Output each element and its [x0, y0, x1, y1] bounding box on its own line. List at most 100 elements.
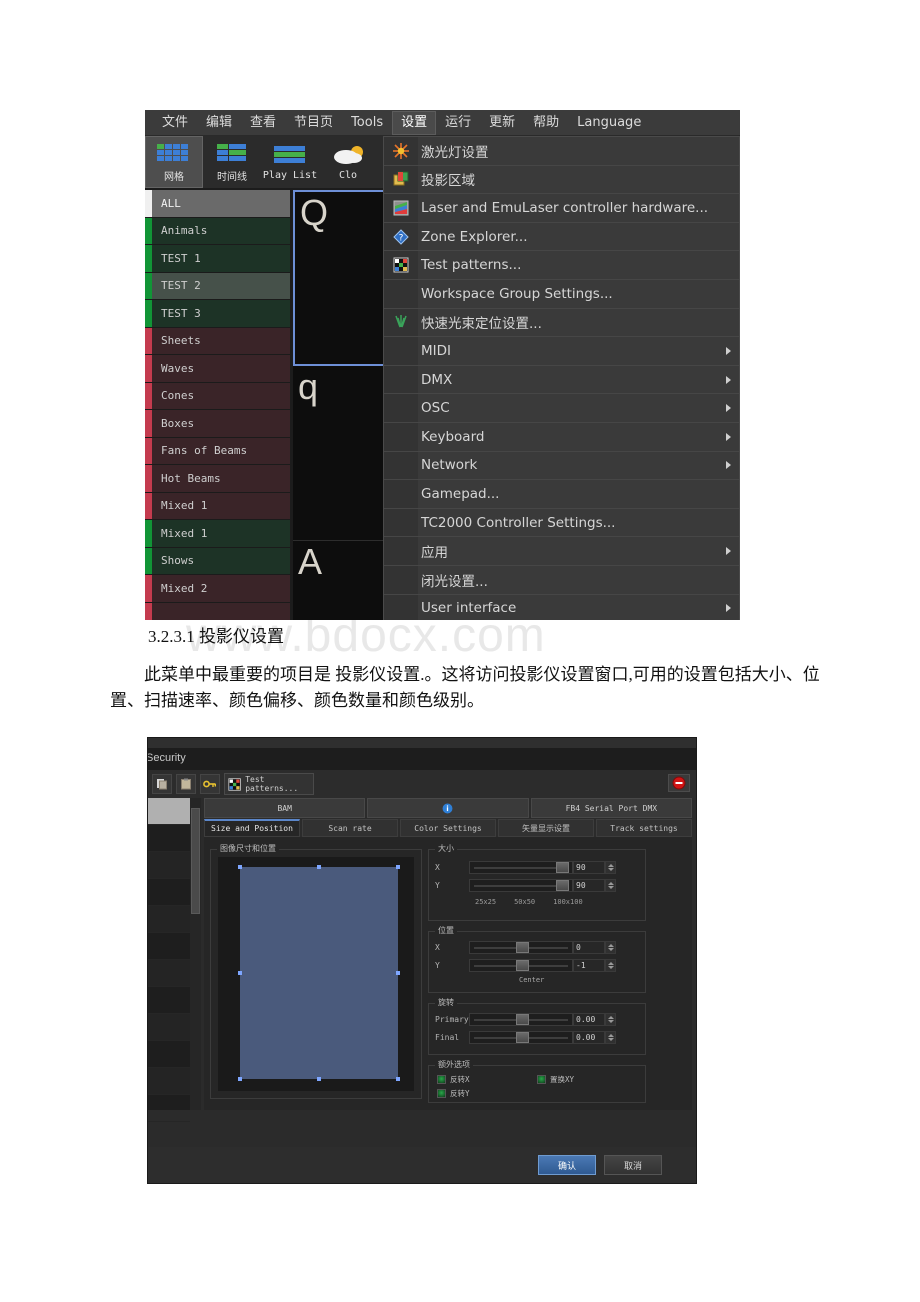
list-item[interactable]: TEST 3	[145, 300, 290, 328]
checkbox-invert-x[interactable]: 反转X	[437, 1074, 470, 1085]
menu-option-quick-beam-position[interactable]: 快速光束定位设置...	[384, 309, 739, 338]
menu-option-blackout-settings[interactable]: 闭光设置...	[384, 566, 739, 595]
size-x-stepper[interactable]	[605, 860, 616, 874]
list-item[interactable]	[148, 1095, 190, 1122]
size-x-value[interactable]: 90	[573, 860, 605, 874]
cue-cell[interactable]: Q	[293, 190, 388, 366]
tab-color-settings[interactable]: Color Settings	[400, 819, 496, 837]
rotation-final-slider[interactable]	[469, 1030, 573, 1044]
position-center-button[interactable]: Center	[519, 976, 544, 984]
menu-option-zone-explorer[interactable]: ? Zone Explorer...	[384, 223, 739, 252]
size-preset-50[interactable]: 50x50	[514, 898, 535, 906]
checkbox-icon[interactable]	[437, 1075, 446, 1084]
menu-item-tools[interactable]: Tools	[342, 111, 392, 135]
resize-handle-tl[interactable]	[238, 865, 242, 869]
menu-option-workspace-group-settings[interactable]: Workspace Group Settings...	[384, 280, 739, 309]
list-item[interactable]	[148, 960, 190, 987]
checkbox-invert-y[interactable]: 反转Y	[437, 1088, 470, 1099]
rotation-primary-stepper[interactable]	[605, 1012, 616, 1026]
menu-item-view[interactable]: 查看	[241, 111, 285, 135]
rotation-primary-slider[interactable]	[469, 1012, 573, 1026]
checkbox-icon[interactable]	[537, 1075, 546, 1084]
resize-handle-br[interactable]	[396, 1077, 400, 1081]
dialog-top-tabs[interactable]: BAM FB4 Serial Port DMX	[204, 798, 692, 818]
resize-handle-ml[interactable]	[238, 971, 242, 975]
menu-item-program-page[interactable]: 节目页	[285, 111, 342, 135]
size-preset-25[interactable]: 25x25	[475, 898, 496, 906]
list-item[interactable]: Mixed 2	[145, 575, 290, 603]
list-item[interactable]	[148, 906, 190, 933]
menu-item-edit[interactable]: 编辑	[197, 111, 241, 135]
menu-item-update[interactable]: 更新	[480, 111, 524, 135]
menu-option-test-patterns[interactable]: Test patterns...	[384, 251, 739, 280]
rotation-final-stepper[interactable]	[605, 1030, 616, 1044]
list-item[interactable]	[148, 1014, 190, 1041]
paste-icon[interactable]	[176, 774, 196, 794]
dialog-list-scrollbar[interactable]	[190, 798, 201, 1110]
list-item[interactable]	[148, 1041, 190, 1068]
menu-option-network[interactable]: Network	[384, 452, 739, 481]
list-item[interactable]	[148, 825, 190, 852]
confirm-button[interactable]: 确认	[538, 1155, 596, 1175]
rotation-primary-value[interactable]: 0.00	[573, 1012, 605, 1026]
list-item[interactable]: Fans of Beams	[145, 437, 290, 465]
size-y-stepper[interactable]	[605, 878, 616, 892]
slider-knob[interactable]	[516, 1031, 529, 1043]
stop-button[interactable]	[668, 774, 690, 792]
list-item[interactable]	[148, 879, 190, 906]
resize-handle-mr[interactable]	[396, 971, 400, 975]
menu-option-application[interactable]: 应用	[384, 537, 739, 566]
list-item[interactable]: Mixed 1	[145, 520, 290, 548]
rotation-final-value[interactable]: 0.00	[573, 1030, 605, 1044]
test-patterns-button[interactable]: Test patterns...	[224, 773, 314, 795]
resize-handle-tc[interactable]	[317, 865, 321, 869]
checkbox-icon[interactable]	[437, 1089, 446, 1098]
menu-option-tc2000-controller-settings[interactable]: TC2000 Controller Settings...	[384, 509, 739, 538]
menu-option-keyboard[interactable]: Keyboard	[384, 423, 739, 452]
size-y-value[interactable]: 90	[573, 878, 605, 892]
toolbar-button-playlist[interactable]: Play List	[261, 136, 319, 188]
toolbar-button-grid[interactable]: 网格	[145, 136, 203, 188]
position-x-slider[interactable]	[469, 940, 573, 954]
list-item[interactable]: ALL	[145, 190, 290, 218]
copy-icon[interactable]	[152, 774, 172, 794]
list-item[interactable]: Cones	[145, 382, 290, 410]
list-item[interactable]: Hot Beams	[145, 465, 290, 493]
cancel-button[interactable]: 取消	[604, 1155, 662, 1175]
resize-handle-bc[interactable]	[317, 1077, 321, 1081]
cue-grid[interactable]: Q q A	[293, 190, 388, 620]
cue-cell[interactable]: q	[293, 366, 388, 541]
tab-ram[interactable]: BAM	[204, 798, 366, 818]
menu-item-help[interactable]: 帮助	[524, 111, 568, 135]
list-item[interactable]: Shows	[145, 547, 290, 575]
toolbar-button-cloud[interactable]: Clo	[319, 136, 377, 188]
scrollbar-thumb[interactable]	[191, 808, 200, 914]
menu-option-laser-settings[interactable]: 激光灯设置	[384, 137, 739, 166]
menu-option-gamepad[interactable]: Gamepad...	[384, 480, 739, 509]
tab-info[interactable]	[367, 798, 529, 818]
menu-option-user-interface[interactable]: User interface	[384, 595, 739, 621]
category-list[interactable]: ALL Animals TEST 1 TEST 2 TEST 3 Sheets …	[145, 190, 290, 620]
list-item[interactable]: Boxes	[145, 410, 290, 438]
cue-cell[interactable]: A	[293, 541, 388, 620]
list-item[interactable]: Mixed 1	[145, 492, 290, 520]
list-item[interactable]: Sheets	[145, 327, 290, 355]
projection-rectangle[interactable]	[240, 867, 398, 1079]
menu-option-projection-zone[interactable]: 投影区域	[384, 166, 739, 195]
position-y-stepper[interactable]	[605, 958, 616, 972]
resize-handle-tr[interactable]	[396, 865, 400, 869]
toolbar-button-timeline[interactable]: 时间线	[203, 136, 261, 188]
resize-handle-bl[interactable]	[238, 1077, 242, 1081]
menu-item-language[interactable]: Language	[568, 111, 650, 135]
list-item[interactable]: TEST 1	[145, 245, 290, 273]
list-item[interactable]	[148, 987, 190, 1014]
menu-option-laser-hardware[interactable]: Laser and EmuLaser controller hardware..…	[384, 194, 739, 223]
list-item[interactable]	[148, 798, 190, 825]
menu-option-osc[interactable]: OSC	[384, 394, 739, 423]
menu-item-file[interactable]: 文件	[153, 111, 197, 135]
tab-size-and-position[interactable]: Size and Position	[204, 819, 300, 837]
menu-option-midi[interactable]: MIDI	[384, 337, 739, 366]
menu-item-settings[interactable]: 设置	[392, 110, 437, 135]
key-icon[interactable]	[200, 774, 220, 794]
list-item[interactable]	[145, 602, 290, 620]
